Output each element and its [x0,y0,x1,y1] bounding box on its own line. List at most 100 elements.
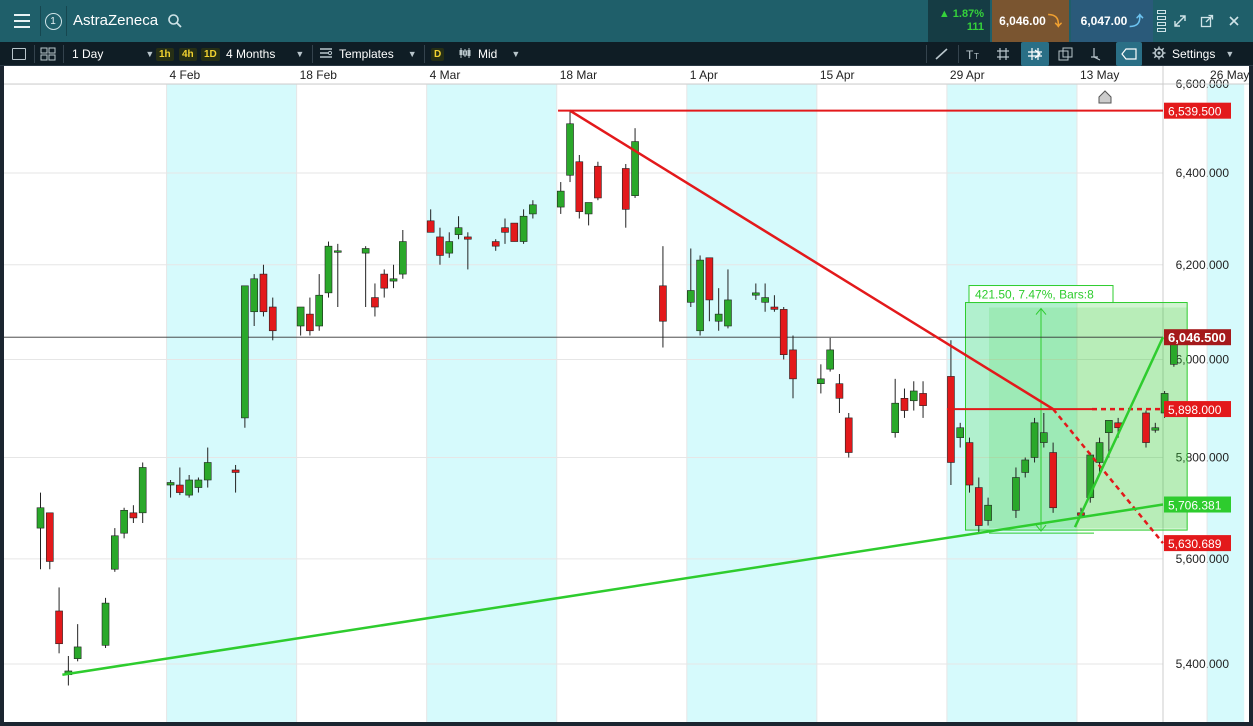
x-tick-label: 13 May [1080,68,1119,82]
quick-interval-4h[interactable]: 4h [179,42,197,66]
candle-body [724,299,732,327]
candle-body [306,313,314,332]
chevron-down-icon: ▼ [511,49,521,59]
candle-body [120,509,128,534]
candle-body [909,390,918,402]
quick-interval-1d[interactable]: 1D [201,42,220,66]
copy-icon[interactable] [1058,42,1074,66]
sell-button[interactable]: 6,046.00 ⤵ [992,0,1069,42]
candle-body [361,248,370,254]
candle-body [575,161,584,212]
candle-body [761,297,769,303]
candle-body [389,278,398,282]
y-tick-label: 5,400.000 [1176,657,1230,671]
candle-body [835,383,844,399]
depth-icon[interactable] [1155,0,1167,42]
x-tick-label: 26 May [1210,68,1249,82]
candle-body [36,507,45,529]
candle-body [445,241,454,254]
candle-body [333,250,342,253]
candle-body [176,484,184,493]
price-type-select[interactable]: Mid ▼ [458,42,520,66]
shape-icon[interactable] [1116,42,1142,66]
grid-icon[interactable] [996,42,1010,66]
link-group-button[interactable]: 1 [40,0,66,42]
y-tick-label: 5,600.000 [1176,552,1230,566]
up-triangle-icon: ▲ [938,8,950,20]
tools-icon[interactable] [1090,42,1106,66]
instrument-title[interactable]: AstraZeneca [73,0,158,42]
candles-icon [458,47,472,62]
interval-select[interactable]: 1 Day ▼ [72,42,154,66]
chart-canvas[interactable]: 5,400.0005,600.0005,800.0006,000.0006,20… [4,66,1249,722]
candle-body [919,393,927,406]
bottom-border [0,722,1253,726]
candle-body [1040,432,1048,443]
chevron-down-icon: ▼ [407,49,417,59]
candle-body [259,273,268,313]
candle-body [789,349,797,380]
x-tick-label: 18 Mar [560,68,597,82]
candle-body [770,306,779,310]
templates-select[interactable]: Templates ▼ [319,42,417,66]
link-number: 1 [44,12,62,30]
x-tick-label: 4 Mar [430,68,461,82]
candle-body [714,313,723,322]
search-icon[interactable] [165,0,185,42]
candle-body [380,273,389,289]
candle-body [900,398,909,411]
candle-body [817,378,825,384]
change-points: 111 [966,21,984,33]
candle-body [203,462,212,481]
arrow-down-icon: ⤵ [1047,13,1062,29]
x-tick-label: 1 Apr [690,68,718,82]
price-label-text: 6,539.500 [1168,105,1222,119]
settings-button[interactable]: Settings ▼ [1152,42,1234,66]
candle-body [510,222,519,242]
chevron-down-icon: ▼ [1225,49,1235,59]
d-button[interactable]: D [431,42,445,66]
buy-button[interactable]: 6,047.00 ⤴ [1071,0,1153,42]
settings-label: Settings [1172,47,1216,61]
quick-interval-1h[interactable]: 1h [156,42,174,66]
change-percent: 1.87% [952,8,984,20]
candle-body [491,241,500,247]
sell-price: 6,046.00 [999,14,1046,28]
candle-body [696,259,704,332]
candle-body [426,220,435,233]
price-chart[interactable]: 5,400.000 5,600.000 5,800.000 6,000.000 6,20… [4,66,1249,722]
svg-text:T: T [966,48,974,61]
popout-icon[interactable] [1195,0,1219,42]
candle-body [138,467,147,514]
panel-icon[interactable] [12,42,26,66]
menu-icon[interactable] [8,0,36,42]
price-type-value: Mid [478,47,498,61]
close-icon[interactable] [1222,0,1246,42]
candle-body [454,227,463,235]
candle-body [1105,420,1113,433]
range-select[interactable]: 4 Months ▼ [226,42,304,66]
candle-body [371,297,379,308]
candle-body [501,227,509,233]
crosshair-icon[interactable] [1021,42,1049,66]
measure-label: 421.50, 7.47%, Bars:8 [975,288,1094,302]
candle-body [315,294,324,327]
pencil-icon[interactable] [934,42,950,66]
candle-body [129,512,138,519]
price-label-text: 5,630.689 [1168,537,1222,551]
buy-price: 6,047.00 [1080,14,1128,28]
candle-body [965,442,974,486]
expand-icon[interactable] [1168,0,1192,42]
chart-title-bar: 1 AstraZeneca ▲ 1.87% 111 6,046.00 ⤵ 6,04… [0,0,1253,42]
candle-body [45,512,54,562]
candle-body [399,241,407,275]
candle-body [166,482,175,486]
price-label-text: 6,046.500 [1168,330,1226,345]
text-icon[interactable]: TT [966,42,982,66]
shade-band [426,84,557,722]
gear-icon [1152,46,1166,63]
layout-icon[interactable] [40,42,56,66]
x-tick-label: 18 Feb [300,68,338,82]
x-tick-label: 15 Apr [820,68,855,82]
candle-body [705,257,714,301]
